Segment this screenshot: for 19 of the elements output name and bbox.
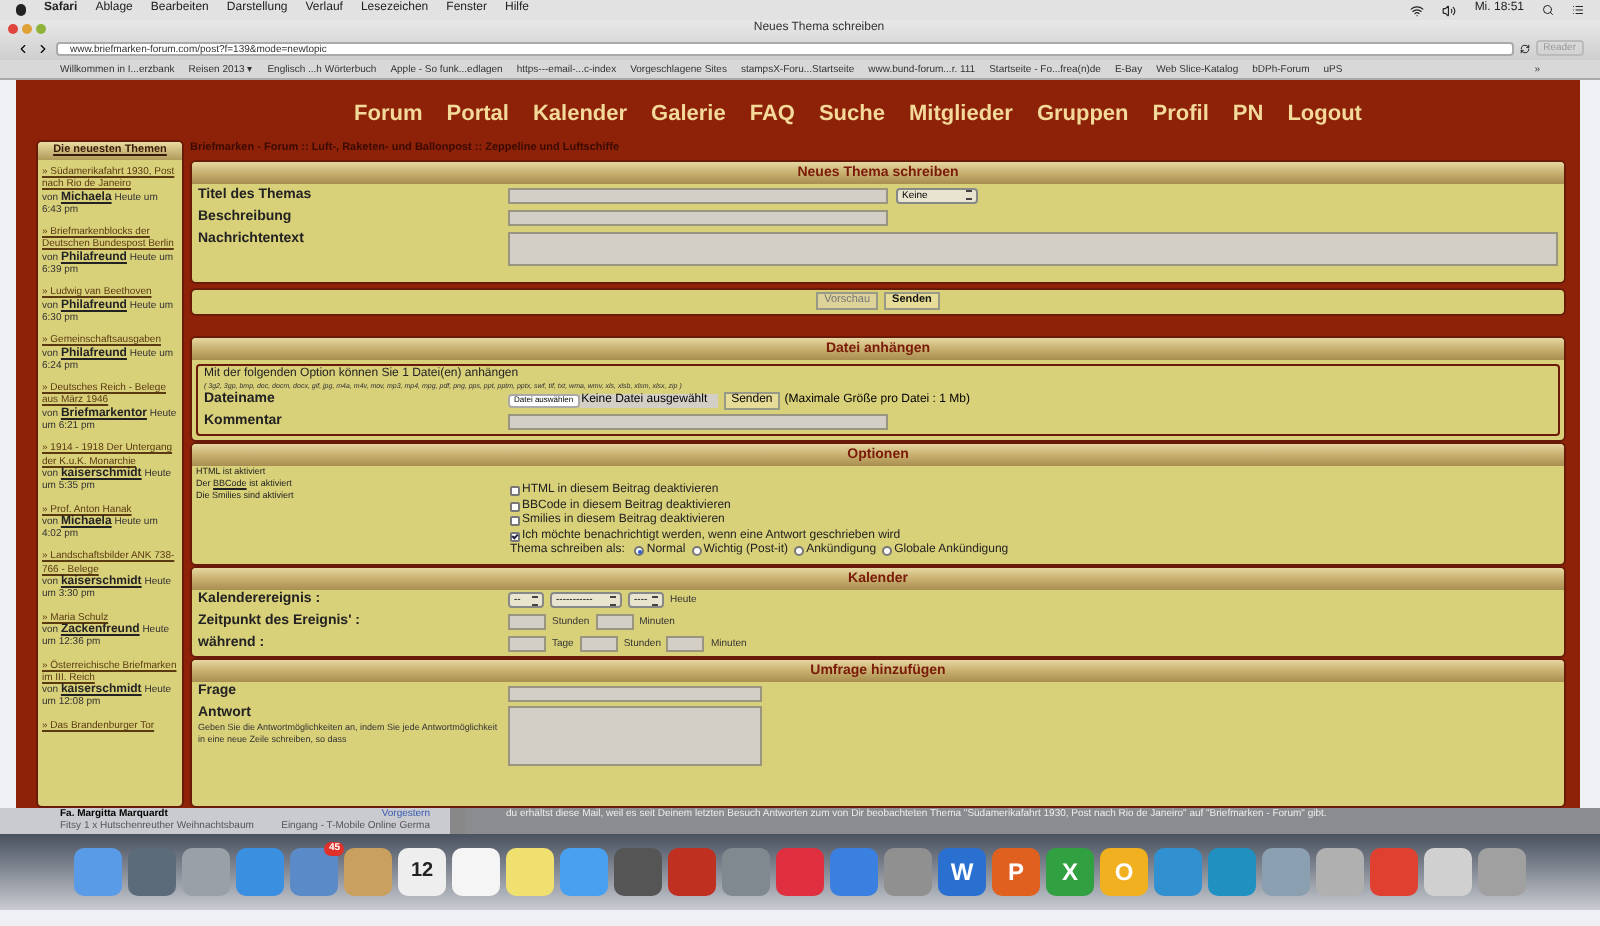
nav-link[interactable]: PN	[1232, 102, 1264, 130]
app-glyph: 12	[410, 860, 434, 884]
app-glyph: W	[950, 857, 974, 887]
nav-link[interactable]: Profil	[1152, 102, 1209, 130]
app-glyph: O	[1114, 857, 1134, 887]
app-glyph: X	[1061, 857, 1078, 887]
app-icon[interactable]: P	[992, 848, 1040, 896]
nav-link[interactable]: Kalender	[532, 102, 628, 130]
nav-link[interactable]: Portal	[446, 102, 509, 130]
nav-link[interactable]: Mitglieder	[908, 102, 1013, 130]
nav-link[interactable]: FAQ	[749, 102, 795, 130]
nav-link[interactable]: Gruppen	[1036, 102, 1129, 130]
nav-link[interactable]: Forum	[354, 102, 423, 130]
nav-link[interactable]: Suche	[818, 102, 885, 130]
app-icon[interactable]: 12	[398, 848, 446, 896]
app-glyph: P	[1007, 857, 1024, 887]
nav-link[interactable]: Galerie	[651, 102, 726, 130]
nav-link[interactable]: Logout	[1287, 102, 1362, 130]
app-icon[interactable]: W	[938, 848, 986, 896]
